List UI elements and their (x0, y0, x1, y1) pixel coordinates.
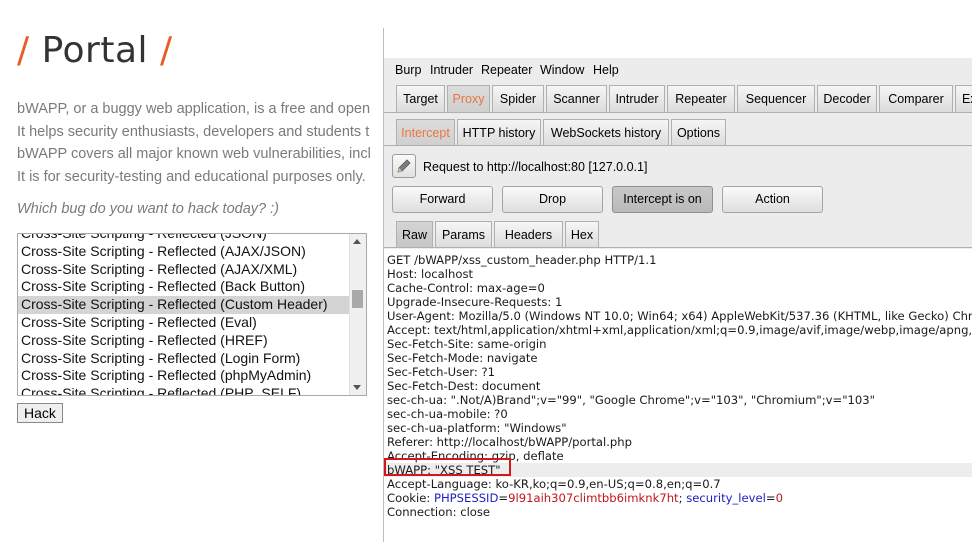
bug-option[interactable]: Cross-Site Scripting - Reflected (HREF) (18, 332, 350, 350)
intercept-toggle-button[interactable]: Intercept is on (612, 186, 713, 213)
header-line[interactable]: Sec-Fetch-User: ?1 (387, 365, 495, 379)
bug-select-list[interactable]: Cross-Site Scripting - Reflected (JSON) … (17, 233, 367, 396)
burp-suite-window: Burp Intruder Repeater Window Help Targe… (383, 28, 972, 542)
menu-window[interactable]: Window (540, 63, 584, 77)
tab-repeater[interactable]: Repeater (667, 85, 735, 112)
request-line[interactable]: GET /bWAPP/xss_custom_header.php HTTP/1.… (387, 253, 656, 267)
edit-pencil-icon[interactable] (392, 154, 416, 178)
intro-line: It is for security-testing and education… (17, 168, 366, 185)
menu-help[interactable]: Help (593, 63, 619, 77)
intro-line: bWAPP covers all major known web vulnera… (17, 146, 371, 162)
raw-request-editor[interactable]: GET /bWAPP/xss_custom_header.php HTTP/1.… (384, 249, 972, 542)
bug-option[interactable]: Cross-Site Scripting - Reflected (AJAX/X… (18, 261, 350, 279)
page-title: / Portal / (17, 30, 173, 71)
drop-button[interactable]: Drop (502, 186, 603, 213)
bug-list-scrollbar[interactable] (349, 234, 366, 395)
header-line[interactable]: Accept-Language: ko-KR,ko;q=0.9,en-US;q=… (387, 477, 721, 491)
header-line[interactable]: Sec-Fetch-Dest: document (387, 379, 540, 393)
bug-option[interactable]: Cross-Site Scripting - Reflected (phpMyA… (18, 367, 350, 385)
menu-repeater[interactable]: Repeater (481, 63, 532, 77)
tab-scanner[interactable]: Scanner (546, 85, 607, 112)
tab-extender[interactable]: Ext (955, 85, 972, 112)
bug-option-selected[interactable]: Cross-Site Scripting - Reflected (Custom… (18, 296, 350, 314)
bug-option[interactable]: Cross-Site Scripting - Reflected (PHP_SE… (18, 385, 350, 395)
header-line[interactable]: Host: localhost (387, 267, 473, 281)
bug-option[interactable]: Cross-Site Scripting - Reflected (Back B… (18, 278, 350, 296)
action-button[interactable]: Action (722, 186, 823, 213)
highlight-box (384, 458, 511, 476)
header-line[interactable]: Sec-Fetch-Mode: navigate (387, 351, 538, 365)
tab-intercept[interactable]: Intercept (396, 119, 455, 146)
tab-websockets-history[interactable]: WebSockets history (543, 119, 669, 146)
bug-question: Which bug do you want to hack today? :) (17, 201, 279, 217)
header-line[interactable]: Connection: close (387, 505, 490, 519)
scroll-up-arrow-icon[interactable] (353, 239, 361, 244)
header-line[interactable]: sec-ch-ua-mobile: ?0 (387, 407, 508, 421)
tab-sequencer[interactable]: Sequencer (737, 85, 815, 112)
window-title-bar[interactable] (384, 28, 972, 58)
hack-button[interactable]: Hack (17, 403, 63, 423)
header-line[interactable]: Upgrade-Insecure-Requests: 1 (387, 295, 562, 309)
header-line[interactable]: sec-ch-ua-platform: "Windows" (387, 421, 567, 435)
tab-comparer[interactable]: Comparer (879, 85, 953, 112)
intro-line: It helps security enthusiasts, developer… (17, 123, 370, 140)
tab-proxy[interactable]: Proxy (447, 85, 490, 112)
view-divider (384, 247, 972, 248)
header-line[interactable]: User-Agent: Mozilla/5.0 (Windows NT 10.0… (387, 309, 972, 323)
scroll-thumb[interactable] (352, 290, 363, 308)
scroll-down-arrow-icon[interactable] (353, 385, 361, 390)
bug-option[interactable]: Cross-Site Scripting - Reflected (Login … (18, 350, 350, 368)
tab-params[interactable]: Params (435, 221, 492, 248)
tab-http-history[interactable]: HTTP history (457, 119, 541, 146)
tab-target[interactable]: Target (396, 85, 445, 112)
menu-intruder[interactable]: Intruder (430, 63, 473, 77)
forward-button[interactable]: Forward (392, 186, 493, 213)
intro-line: bWAPP, or a buggy web application, is a … (17, 101, 371, 117)
header-line[interactable]: Accept: text/html,application/xhtml+xml,… (387, 323, 972, 337)
tab-headers[interactable]: Headers (494, 221, 563, 248)
tab-intruder[interactable]: Intruder (609, 85, 665, 112)
tab-raw[interactable]: Raw (396, 221, 433, 248)
tab-decoder[interactable]: Decoder (817, 85, 877, 112)
request-target-label: Request to http://localhost:80 [127.0.0.… (423, 160, 648, 174)
header-line[interactable]: sec-ch-ua: ".Not/A)Brand";v="99", "Googl… (387, 393, 875, 407)
header-line[interactable]: Referer: http://localhost/bWAPP/portal.p… (387, 435, 632, 449)
subtab-divider (384, 145, 972, 146)
menu-bar: Burp Intruder Repeater Window Help (384, 58, 972, 80)
cookie-line[interactable]: Cookie: PHPSESSID=9l91aih307climtbb6imkn… (387, 491, 783, 505)
header-line[interactable]: Cache-Control: max-age=0 (387, 281, 545, 295)
tab-options[interactable]: Options (671, 119, 726, 146)
bug-option[interactable]: Cross-Site Scripting - Reflected (JSON) (18, 234, 350, 243)
tab-divider (384, 112, 972, 113)
tab-hex[interactable]: Hex (565, 221, 599, 248)
bug-option[interactable]: Cross-Site Scripting - Reflected (Eval) (18, 314, 350, 332)
tab-spider[interactable]: Spider (492, 85, 544, 112)
menu-burp[interactable]: Burp (395, 63, 421, 77)
bug-option[interactable]: Cross-Site Scripting - Reflected (AJAX/J… (18, 243, 350, 261)
header-line[interactable]: Sec-Fetch-Site: same-origin (387, 337, 547, 351)
intro-text: bWAPP, or a buggy web application, is a … (17, 98, 371, 188)
